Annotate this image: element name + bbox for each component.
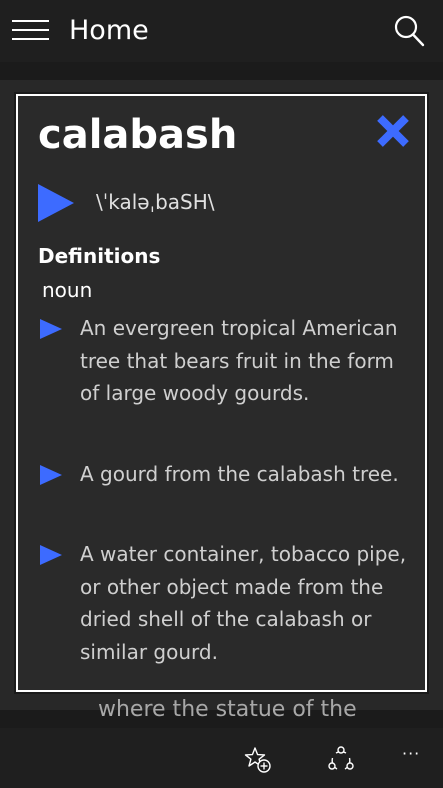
definitions-heading: Definitions xyxy=(38,244,161,268)
close-x-icon[interactable] xyxy=(374,112,412,150)
part-of-speech: noun xyxy=(42,278,93,302)
headword: calabash xyxy=(38,112,238,158)
triangle-bullet-icon xyxy=(40,465,62,485)
bottom-app-bar: ··· xyxy=(0,728,443,788)
background-article-text: where the statue of the xyxy=(98,697,357,719)
more-options-button[interactable]: ··· xyxy=(402,744,426,764)
search-icon[interactable] xyxy=(392,14,426,48)
add-favorite-icon[interactable] xyxy=(244,746,272,774)
share-icon[interactable] xyxy=(327,746,355,774)
definition-text: A water container, tobacco pipe, or othe… xyxy=(80,542,407,664)
pronunciation-text: \ˈkaləˌbaSH\ xyxy=(96,190,215,214)
play-pronunciation-icon[interactable] xyxy=(38,184,76,222)
header-bar: Home xyxy=(0,0,443,62)
hamburger-icon[interactable] xyxy=(12,16,50,44)
triangle-bullet-icon xyxy=(40,319,62,339)
definition-text: A gourd from the calabash tree. xyxy=(80,462,399,486)
page-title: Home xyxy=(69,15,149,46)
triangle-bullet-icon xyxy=(40,545,62,565)
definition-popup: calabash \ˈkaləˌbaSH\ Definitions noun A… xyxy=(16,94,427,692)
definition-text: An evergreen tropical American tree that… xyxy=(80,316,398,405)
app-root: Home where the statue of the calabash \ˈ… xyxy=(0,0,443,788)
